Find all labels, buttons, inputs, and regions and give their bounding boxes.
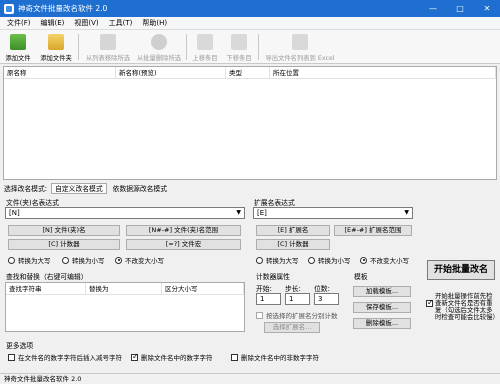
col-case-sensitive[interactable]: 区分大小写 — [162, 283, 244, 295]
col-new-name[interactable]: 新名称(预览) — [116, 67, 226, 79]
add-folder-button[interactable]: 添加文件夹 — [38, 32, 74, 62]
close-button[interactable]: ✕ — [474, 0, 500, 17]
find-replace-label: 查找和替换（右键可编辑） — [6, 273, 88, 281]
col-original-name[interactable]: 原名称 — [4, 67, 116, 79]
app-icon — [4, 3, 14, 14]
counter-digits-input[interactable]: 3 — [314, 293, 339, 305]
insert-dash-option[interactable]: 在文件名的数字字符后插入减号字符 — [8, 352, 122, 362]
menu-help[interactable]: 帮助(H) — [137, 18, 172, 28]
check-duplicates-option[interactable]: 开始批量操作前先检查新文件名是否有重复（勾选后文件太多时检查可能会比较慢） — [426, 286, 499, 321]
load-template-button[interactable]: 加载模板... — [353, 286, 411, 297]
toolbar: 添加文件 添加文件夹 从列表移除所选 从批量删除所选 上移条目 下移条目 导出文… — [0, 30, 500, 64]
insert-macro-button[interactable]: [=?] 文件宏 — [126, 239, 241, 250]
excel-icon — [292, 34, 308, 50]
insert-ext-button[interactable]: [E] 扩展名 — [256, 225, 330, 236]
remove-non-digits-option[interactable]: 删除文件名中的非数字字符 — [231, 352, 319, 362]
insert-name-range-button[interactable]: [N#-#] 文件(夹)名范围 — [126, 225, 241, 236]
ext-upper-radio[interactable]: 转换为大写 — [256, 255, 299, 265]
tab-custom-mode[interactable]: 自定义改名模式 — [51, 182, 107, 194]
insert-name-button[interactable]: [N] 文件(夹)名 — [8, 225, 120, 236]
menu-view[interactable]: 视图(V) — [69, 18, 103, 28]
file-list[interactable]: 原名称 新名称(预览) 类型 所在位置 — [3, 66, 497, 180]
counter-digits-label: 位数: — [314, 285, 330, 293]
insert-counter-button[interactable]: [C] 计数器 — [8, 239, 120, 250]
counter-start-label: 开始: — [256, 285, 272, 293]
toolbar-separator — [258, 34, 259, 60]
window-title: 神奇文件批量改名软件 2.0 — [18, 4, 108, 13]
move-down-button[interactable]: 下移条目 — [224, 32, 254, 62]
name-keep-case-radio[interactable]: 不改变大小写 — [115, 255, 164, 265]
start-rename-button[interactable]: 开始批量改名 — [427, 260, 495, 280]
add-folder-icon — [48, 34, 64, 50]
remove-icon — [100, 34, 116, 50]
chevron-down-icon[interactable]: ▼ — [236, 208, 241, 218]
count-per-ext-option[interactable]: 按选择的扩展名分别计数 — [256, 310, 338, 320]
minimize-button[interactable]: — — [420, 0, 446, 17]
col-location[interactable]: 所在位置 — [270, 67, 496, 79]
name-upper-radio[interactable]: 转换为大写 — [8, 255, 51, 265]
arrow-up-icon — [197, 34, 213, 50]
col-replace[interactable]: 替换为 — [86, 283, 162, 295]
name-lower-radio[interactable]: 转换为小写 — [62, 255, 105, 265]
menu-bar: 文件(F) 编辑(E) 视图(V) 工具(T) 帮助(H) — [0, 17, 500, 30]
counter-step-label: 步长: — [285, 285, 301, 293]
insert-ext-range-button[interactable]: [E#-#] 扩展名范围 — [334, 225, 412, 236]
counter-step-input[interactable]: 1 — [285, 293, 310, 305]
check-duplicates-checkbox[interactable] — [426, 298, 434, 307]
ext-lower-radio[interactable]: 转换为小写 — [308, 255, 351, 265]
add-file-icon — [10, 34, 26, 50]
save-template-button[interactable]: 保存模板... — [353, 302, 411, 313]
counter-start-input[interactable]: 1 — [256, 293, 281, 305]
chevron-down-icon[interactable]: ▼ — [404, 208, 409, 218]
toolbar-separator — [78, 34, 79, 60]
select-ext-button[interactable]: 选择扩展名... — [264, 322, 320, 333]
menu-tools[interactable]: 工具(T) — [104, 18, 138, 28]
menu-file[interactable]: 文件(F) — [2, 18, 36, 28]
delete-icon — [151, 34, 167, 50]
remove-digits-option[interactable]: 删除文件名中的数字字符 — [131, 352, 213, 362]
find-replace-table[interactable]: 查找字符串 替换为 区分大小写 — [5, 282, 245, 332]
name-expression-input[interactable]: [N] ▼ — [5, 207, 245, 219]
counter-label: 计数器属性 — [256, 273, 290, 281]
tab-template-mode[interactable]: 依数据源改名模式 — [109, 183, 171, 194]
col-type[interactable]: 类型 — [226, 67, 270, 79]
templates-label: 模板 — [354, 273, 368, 281]
menu-edit[interactable]: 编辑(E) — [36, 18, 70, 28]
status-bar: 神奇文件批量改名软件 2.0 — [0, 373, 500, 384]
arrow-down-icon — [231, 34, 247, 50]
mode-label: 选择改名模式: — [4, 185, 48, 193]
move-up-button[interactable]: 上移条目 — [190, 32, 220, 62]
remove-selected-button[interactable]: 从列表移除所选 — [82, 32, 134, 62]
add-file-button[interactable]: 添加文件 — [4, 32, 32, 62]
ext-keep-case-radio[interactable]: 不改变大小写 — [360, 255, 409, 265]
maximize-button[interactable]: □ — [447, 0, 473, 17]
remove-all-button[interactable]: 从批量删除所选 — [136, 32, 182, 62]
delete-template-button[interactable]: 删除模板... — [353, 318, 411, 329]
insert-ext-counter-button[interactable]: [C] 计数器 — [256, 239, 330, 250]
toolbar-separator — [186, 34, 187, 60]
ext-expression-input[interactable]: [E] ▼ — [253, 207, 413, 219]
title-bar: 神奇文件批量改名软件 2.0 — □ ✕ — [0, 0, 500, 17]
export-excel-button[interactable]: 导出文件名列表到 Excel — [262, 32, 338, 62]
more-options-label: 更多选项 — [6, 342, 34, 350]
ext-expr-label: 扩展名表达式 — [254, 199, 295, 207]
name-expr-label: 文件(夹)名表达式 — [6, 199, 59, 207]
mode-tabs: 选择改名模式: 自定义改名模式 依数据源改名模式 — [0, 182, 500, 194]
col-find[interactable]: 查找字符串 — [6, 283, 86, 295]
